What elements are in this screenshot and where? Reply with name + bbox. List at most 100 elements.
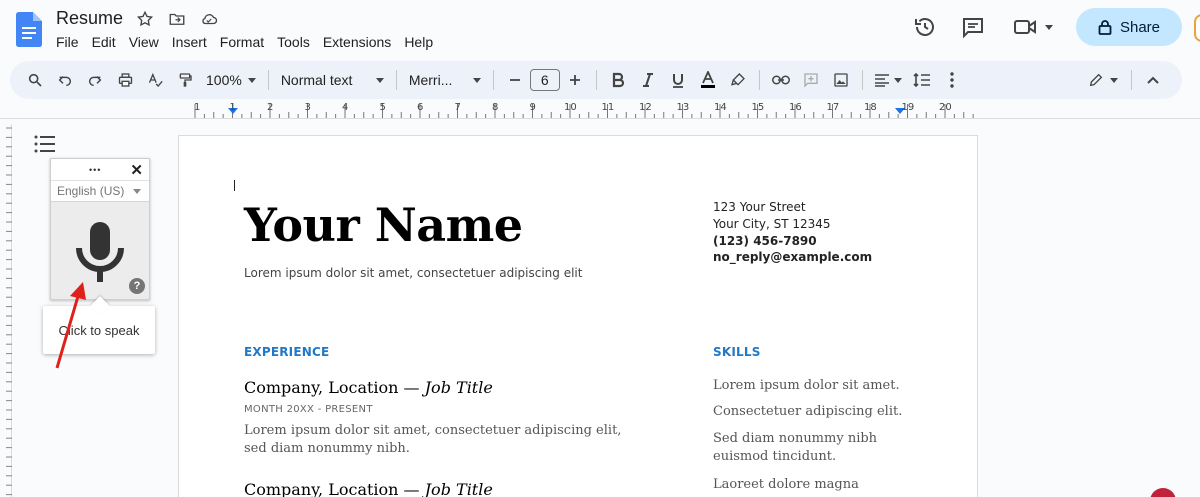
link-icon[interactable]	[766, 66, 796, 94]
cloud-saved-icon[interactable]	[199, 9, 219, 29]
chevron-down-icon	[472, 77, 481, 83]
skills-heading[interactable]: SKILLS	[713, 345, 761, 359]
meet-icon[interactable]	[1006, 7, 1060, 47]
chevron-down-icon	[133, 188, 141, 194]
undo-icon[interactable]	[50, 66, 80, 94]
font-select[interactable]: Merri...	[403, 72, 487, 88]
ruler-number: 11	[601, 102, 615, 113]
job-title: Job Title	[424, 480, 493, 497]
align-icon[interactable]	[869, 66, 907, 94]
ruler-number: 14	[714, 102, 727, 113]
docs-logo[interactable]	[16, 12, 42, 47]
menu-view[interactable]: View	[129, 34, 166, 50]
search-icon[interactable]	[20, 66, 50, 94]
menu-insert[interactable]: Insert	[172, 34, 214, 50]
ruler-number: 2	[267, 102, 274, 113]
experience-heading[interactable]: EXPERIENCE	[244, 345, 329, 359]
skill-item[interactable]: Lorem ipsum dolor sit amet.	[713, 377, 913, 395]
ruler-number: 12	[639, 102, 652, 113]
help-icon[interactable]: ?	[129, 278, 145, 294]
ruler-number: 3	[304, 102, 311, 113]
history-icon[interactable]	[905, 7, 945, 47]
menu-tools[interactable]: Tools	[277, 34, 317, 50]
ruler-number: 18	[864, 102, 877, 113]
notification-badge[interactable]	[1150, 488, 1176, 497]
move-to-folder-icon[interactable]	[167, 9, 187, 29]
job-entry-1[interactable]: Company, Location — Job Title	[244, 378, 493, 397]
menu-format[interactable]: Format	[220, 34, 271, 50]
language-select[interactable]: English (US)	[51, 181, 149, 201]
annotation-arrow	[55, 282, 86, 369]
spellcheck-icon[interactable]	[140, 66, 170, 94]
address-line-1[interactable]: 123 Your Street	[713, 199, 806, 216]
more-options-icon[interactable]: •••	[89, 165, 101, 175]
job-dates[interactable]: MONTH 20XX - PRESENT	[244, 404, 373, 415]
line-spacing-icon[interactable]	[907, 66, 937, 94]
skill-item[interactable]: Laoreet dolore magna	[713, 476, 913, 494]
voice-widget-header[interactable]: ••• ✕	[51, 159, 149, 181]
ruler-number: 4	[342, 102, 349, 113]
text-cursor	[234, 180, 235, 191]
share-label: Share	[1119, 18, 1161, 36]
ruler-number: 6	[417, 102, 424, 113]
address-line-2[interactable]: Your City, ST 12345	[713, 216, 831, 233]
menu-help[interactable]: Help	[404, 34, 440, 50]
zoom-select[interactable]: 100%	[200, 72, 262, 88]
italic-icon[interactable]	[633, 66, 663, 94]
chevron-down-icon	[247, 77, 256, 83]
voice-typing-widget[interactable]: ••• ✕ English (US) ?	[50, 158, 150, 300]
skill-item[interactable]: Sed diam nonummy nibh euismod tincidunt.	[713, 430, 883, 466]
divider	[1131, 70, 1132, 90]
edit-mode-icon[interactable]	[1081, 66, 1125, 94]
toolbar: 100% Normal text Merri... 6	[10, 61, 1182, 99]
divider	[267, 70, 269, 90]
ruler-number: 17	[826, 102, 840, 113]
ruler-number: 19	[901, 102, 915, 113]
job-entry-2[interactable]: Company, Location — Job Title	[244, 480, 493, 497]
bold-icon[interactable]	[603, 66, 633, 94]
font-value: Merri...	[408, 72, 453, 88]
vertical-ruler[interactable]	[0, 124, 12, 497]
document-title[interactable]: Resume	[56, 8, 123, 29]
resume-tagline[interactable]: Lorem ipsum dolor sit amet, consectetuer…	[244, 266, 582, 280]
ruler-number: 5	[379, 102, 386, 113]
lock-icon	[1098, 20, 1112, 35]
company-name: Company,	[244, 480, 324, 497]
chevron-down-icon	[893, 77, 902, 83]
paint-format-icon[interactable]	[170, 66, 200, 94]
menu-edit[interactable]: Edit	[92, 34, 123, 50]
skill-item[interactable]: Consectetuer adipiscing elit.	[713, 403, 913, 421]
divider	[861, 70, 863, 90]
resume-name[interactable]: Your Name	[244, 198, 523, 252]
image-icon[interactable]	[826, 66, 856, 94]
ruler-divider	[0, 118, 1200, 119]
menu-extensions[interactable]: Extensions	[323, 34, 398, 50]
increase-font-size-icon[interactable]	[560, 66, 590, 94]
more-icon[interactable]	[937, 66, 967, 94]
divider	[595, 70, 597, 90]
collapse-icon[interactable]	[1138, 66, 1168, 94]
font-size-input[interactable]: 6	[529, 69, 560, 91]
phone-number[interactable]: (123) 456-7890	[713, 233, 817, 250]
add-comment-icon[interactable]	[796, 66, 826, 94]
print-icon[interactable]	[110, 66, 140, 94]
decrease-font-size-icon[interactable]	[500, 66, 530, 94]
outline-icon[interactable]	[34, 134, 56, 154]
ruler-number: 8	[492, 102, 499, 113]
underline-icon[interactable]	[663, 66, 693, 94]
close-icon[interactable]: ✕	[130, 161, 143, 179]
menu-file[interactable]: File	[56, 34, 86, 50]
share-button[interactable]: Share	[1076, 8, 1182, 46]
title-row: Resume	[56, 8, 219, 29]
redo-icon[interactable]	[80, 66, 110, 94]
paragraph-style-select[interactable]: Normal text	[275, 72, 390, 88]
paragraph-style-value: Normal text	[280, 72, 353, 88]
avatar[interactable]	[1194, 14, 1200, 42]
email-address[interactable]: no_reply@example.com	[713, 249, 872, 266]
highlight-icon[interactable]	[723, 66, 753, 94]
job-description[interactable]: Lorem ipsum dolor sit amet, consectetuer…	[244, 422, 644, 458]
comment-icon[interactable]	[953, 7, 993, 47]
star-icon[interactable]	[135, 9, 155, 29]
ruler-number: 20	[939, 102, 952, 113]
text-color-icon[interactable]	[693, 66, 723, 94]
